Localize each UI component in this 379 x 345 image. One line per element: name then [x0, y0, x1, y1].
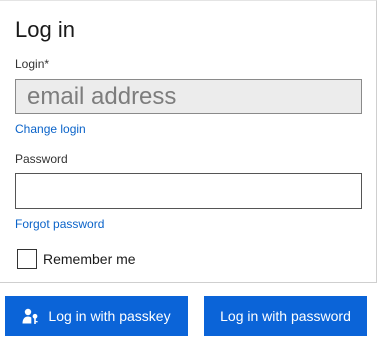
password-label: Password [15, 152, 68, 166]
login-with-password-button[interactable]: Log in with password [204, 296, 367, 336]
login-field: email address [15, 79, 362, 114]
login-label: Login* [15, 57, 50, 71]
change-login-link[interactable]: Change login [15, 122, 86, 136]
login-panel: Log in Login* email address Change login… [0, 0, 377, 283]
remember-me-checkbox[interactable] [17, 249, 37, 269]
user-key-icon [22, 308, 39, 325]
remember-me-row[interactable]: Remember me [17, 249, 136, 269]
page-title: Log in [15, 17, 75, 42]
login-with-passkey-button[interactable]: Log in with passkey [5, 296, 188, 336]
passkey-button-label: Log in with passkey [48, 308, 171, 324]
forgot-password-link[interactable]: Forgot password [15, 217, 104, 231]
password-button-label: Log in with password [220, 308, 351, 324]
password-input[interactable] [15, 173, 362, 209]
remember-me-label: Remember me [43, 251, 136, 267]
